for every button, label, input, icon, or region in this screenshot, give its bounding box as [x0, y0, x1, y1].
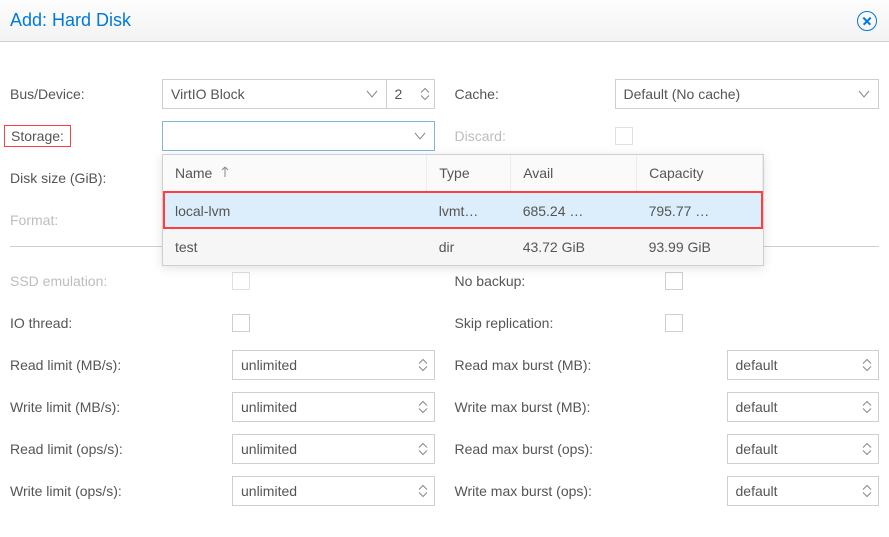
discard-label: Discard:	[455, 128, 615, 144]
storage-select[interactable]	[162, 121, 435, 151]
format-label: Format:	[10, 212, 162, 228]
row-write-limit-mbs: Write limit (MB/s): unlimited	[10, 391, 435, 423]
storage-row[interactable]: test dir 43.72 GiB 93.99 GiB	[163, 229, 763, 265]
cache-select[interactable]: Default (No cache)	[615, 79, 880, 109]
form-area: Bus/Device: VirtIO Block 2	[0, 42, 889, 537]
write-max-burst-ops-value: default	[736, 483, 778, 499]
storage-table-header: Name Type Avail Capacity	[163, 155, 763, 192]
spinner-arrows-icon	[418, 443, 428, 456]
write-limit-ops-input[interactable]: unlimited	[232, 476, 435, 506]
io-thread-label: IO thread:	[10, 315, 232, 331]
device-stepper-value: 2	[395, 86, 403, 102]
row-read-limit-ops: Read limit (ops/s): unlimited	[10, 433, 435, 465]
spinner-arrows-icon	[418, 359, 428, 372]
row-read-max-burst-mb: Read max burst (MB): default	[455, 349, 880, 381]
write-limit-ops-value: unlimited	[241, 483, 297, 499]
storage-row-name: local-lvm	[163, 192, 427, 229]
skip-replication-checkbox[interactable]	[665, 314, 683, 332]
storage-row-avail: 43.72 GiB	[511, 229, 637, 265]
col-capacity[interactable]: Capacity	[637, 155, 763, 192]
storage-row-type: lvmt…	[427, 192, 511, 229]
storage-row-type: dir	[427, 229, 511, 265]
write-max-burst-ops-label: Write max burst (ops):	[455, 483, 727, 499]
chevron-down-icon	[366, 89, 378, 99]
write-max-burst-mb-value: default	[736, 399, 778, 415]
row-read-limit-mbs: Read limit (MB/s): unlimited	[10, 349, 435, 381]
storage-row-capacity: 795.77 …	[637, 192, 763, 229]
row-io-thread: IO thread:	[10, 307, 435, 339]
col-name[interactable]: Name	[163, 155, 427, 192]
read-limit-ops-input[interactable]: unlimited	[232, 434, 435, 464]
storage-row-capacity: 93.99 GiB	[637, 229, 763, 265]
write-limit-ops-label: Write limit (ops/s):	[10, 483, 232, 499]
bus-select-value: VirtIO Block	[171, 86, 360, 102]
row-write-max-burst-mb: Write max burst (MB): default	[455, 391, 880, 423]
cache-select-value: Default (No cache)	[624, 86, 853, 102]
read-max-burst-ops-label: Read max burst (ops):	[455, 441, 727, 457]
write-max-burst-ops-input[interactable]: default	[727, 476, 880, 506]
read-max-burst-mb-value: default	[736, 357, 778, 373]
no-backup-label: No backup:	[455, 273, 665, 289]
spinner-arrows-icon	[862, 485, 872, 498]
read-limit-mbs-value: unlimited	[241, 357, 297, 373]
row-ssd-emulation: SSD emulation:	[10, 265, 435, 297]
no-backup-checkbox[interactable]	[665, 272, 683, 290]
write-limit-mbs-label: Write limit (MB/s):	[10, 399, 232, 415]
discard-checkbox[interactable]	[615, 127, 633, 145]
row-cache: Cache: Default (No cache)	[455, 78, 880, 110]
ssd-emulation-checkbox[interactable]	[232, 272, 250, 290]
col-avail[interactable]: Avail	[511, 155, 637, 192]
col-type[interactable]: Type	[427, 155, 511, 192]
sort-asc-icon	[220, 165, 230, 181]
read-limit-mbs-label: Read limit (MB/s):	[10, 357, 232, 373]
dialog-header: Add: Hard Disk	[0, 0, 889, 42]
row-storage: Storage:	[10, 120, 435, 152]
bus-device-label: Bus/Device:	[10, 86, 162, 102]
write-max-burst-mb-label: Write max burst (MB):	[455, 399, 727, 415]
right-column: Cache: Default (No cache) Discard:	[455, 78, 880, 517]
write-max-burst-mb-input[interactable]: default	[727, 392, 880, 422]
chevron-down-icon	[858, 89, 870, 99]
row-write-limit-ops: Write limit (ops/s): unlimited	[10, 475, 435, 507]
read-limit-ops-value: unlimited	[241, 441, 297, 457]
io-thread-checkbox[interactable]	[232, 314, 250, 332]
row-skip-replication: Skip replication:	[455, 307, 880, 339]
spinner-arrows-icon	[418, 485, 428, 498]
skip-replication-label: Skip replication:	[455, 315, 665, 331]
spinner-arrows-icon	[862, 443, 872, 456]
device-stepper[interactable]: 2	[387, 79, 435, 109]
storage-row[interactable]: local-lvm lvmt… 685.24 … 795.77 …	[163, 192, 763, 229]
storage-row-avail: 685.24 …	[511, 192, 637, 229]
read-max-burst-mb-label: Read max burst (MB):	[455, 357, 727, 373]
read-max-burst-ops-input[interactable]: default	[727, 434, 880, 464]
ssd-emulation-label: SSD emulation:	[10, 273, 232, 289]
dialog-title: Add: Hard Disk	[10, 10, 131, 31]
read-max-burst-mb-input[interactable]: default	[727, 350, 880, 380]
read-limit-mbs-input[interactable]: unlimited	[232, 350, 435, 380]
spinner-arrows-icon	[418, 401, 428, 414]
disk-size-label: Disk size (GiB):	[10, 170, 162, 186]
read-max-burst-ops-value: default	[736, 441, 778, 457]
row-no-backup: No backup:	[455, 265, 880, 297]
bus-select[interactable]: VirtIO Block	[162, 79, 387, 109]
read-limit-ops-label: Read limit (ops/s):	[10, 441, 232, 457]
write-limit-mbs-input[interactable]: unlimited	[232, 392, 435, 422]
cache-label: Cache:	[455, 86, 615, 102]
row-read-max-burst-ops: Read max burst (ops): default	[455, 433, 880, 465]
close-icon[interactable]	[857, 11, 877, 31]
write-limit-mbs-value: unlimited	[241, 399, 297, 415]
storage-row-name: test	[163, 229, 427, 265]
row-write-max-burst-ops: Write max burst (ops): default	[455, 475, 880, 507]
spinner-arrows-icon	[862, 401, 872, 414]
storage-label: Storage:	[10, 128, 162, 144]
row-discard: Discard:	[455, 120, 880, 152]
chevron-down-icon	[414, 131, 426, 141]
left-column: Bus/Device: VirtIO Block 2	[10, 78, 435, 517]
storage-table: Name Type Avail Capacity local-lvm lvmt……	[163, 155, 763, 265]
spinner-arrows-icon	[862, 359, 872, 372]
row-bus-device: Bus/Device: VirtIO Block 2	[10, 78, 435, 110]
spinner-arrows-icon	[420, 88, 430, 101]
storage-dropdown-popup: Name Type Avail Capacity local-lvm lvmt……	[162, 154, 764, 266]
